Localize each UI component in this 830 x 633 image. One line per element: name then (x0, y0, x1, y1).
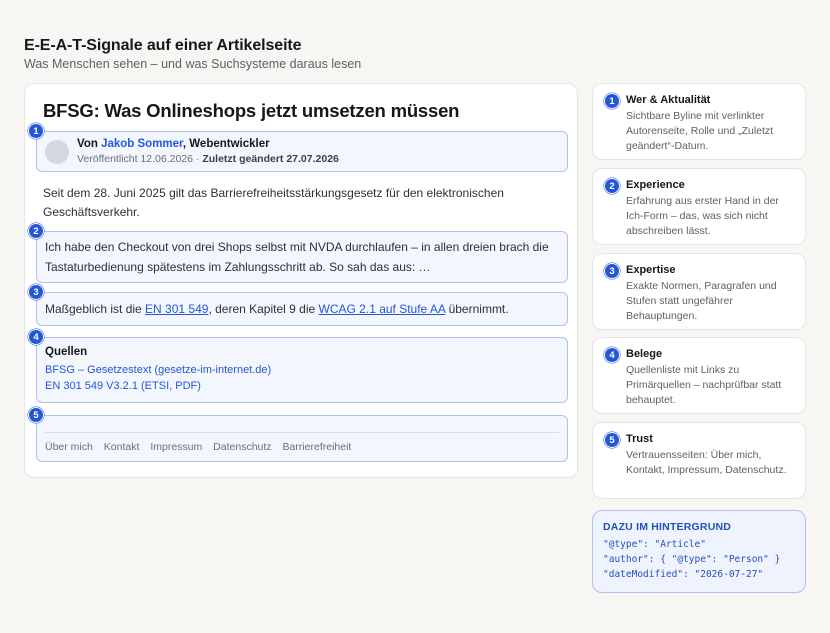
byline-prefix: Von (77, 138, 102, 150)
schema-box: DAZU IM HINTERGRUND "@type": "Article" "… (592, 510, 806, 593)
signal-title: Belege (626, 348, 663, 360)
en-301-549-link[interactable]: EN 301 549 (145, 302, 208, 316)
marker-5: 5 (28, 407, 44, 423)
signal-title: Wer & Aktualität (626, 94, 711, 106)
schema-line-author: "author": { "@type": "Person" } (603, 554, 781, 565)
signal-description: Quellenliste mit Links zu Primärquellen … (626, 364, 782, 406)
signal-marker: 4 (604, 347, 620, 363)
byline-zone: 1 Von Jakob Sommer, Webentwickler Veröff… (28, 123, 568, 172)
source-link-bfsg[interactable]: BFSG – Gesetzestext (gesetze-im-internet… (45, 364, 271, 376)
marker-2: 2 (28, 223, 44, 239)
byline-dates: Veröffentlicht 12.06.2026 · Zuletzt geän… (77, 153, 339, 165)
footer-link-accessibility[interactable]: Barrierefreiheit (282, 441, 351, 453)
signal-description: Sichtbare Byline mit verlinkter Autorens… (626, 110, 774, 152)
sources-zone: 4 Quellen BFSG – Gesetzestext (gesetze-i… (28, 329, 568, 403)
footer-link-about[interactable]: Über mich (45, 441, 93, 453)
footer-link-imprint[interactable]: Impressum (150, 441, 202, 453)
signal-marker: 3 (604, 263, 620, 279)
signal-title: Experience (626, 179, 685, 191)
signal-marker: 1 (604, 93, 620, 109)
avatar (45, 140, 69, 164)
signal-card-2: 2 Experience Erfahrung aus erster Hand i… (592, 168, 806, 245)
signal-card-1: 1 Wer & Aktualität Sichtbare Byline mit … (592, 83, 806, 160)
experience-paragraph: Ich habe den Checkout von drei Shops sel… (45, 240, 549, 274)
wcag-link[interactable]: WCAG 2.1 auf Stufe AA (319, 302, 446, 316)
schema-line-date: "dateModified": "2026-07-27" (603, 569, 764, 580)
signal-card-4: 4 Belege Quellenliste mit Links zu Primä… (592, 337, 806, 414)
sources-title: Quellen (45, 346, 88, 358)
footer-links: Über mich Kontakt Impressum Datenschutz … (45, 441, 359, 453)
article-mockup: BFSG: Was Onlineshops jetzt umsetzen müs… (24, 83, 578, 478)
expertise-text-before: Maßgeblich ist die (45, 302, 146, 316)
schema-title: DAZU IM HINTERGRUND (603, 521, 732, 533)
expertise-zone: 3 Maßgeblich ist die EN 301 549, deren K… (28, 284, 568, 326)
signal-description: Exakte Normen, Paragrafen und Stufen sta… (626, 280, 777, 322)
signal-card-5: 5 Trust Vertrauensseiten: Über mich, Kon… (592, 422, 806, 499)
signal-card-3: 3 Expertise Exakte Normen, Paragrafen un… (592, 253, 806, 330)
signal-description: Erfahrung aus erster Hand in der Ich-For… (626, 195, 779, 237)
trust-zone: 5 Über mich Kontakt Impressum Datenschut… (28, 407, 568, 462)
footer-link-contact[interactable]: Kontakt (104, 441, 140, 453)
source-link-en301549[interactable]: EN 301 549 V3.2.1 (ETSI, PDF) (45, 380, 201, 392)
signal-marker: 5 (604, 432, 620, 448)
published-date: Veröffentlicht 12.06.2026 · (77, 153, 203, 165)
article-heading: BFSG: Was Onlineshops jetzt umsetzen müs… (43, 100, 460, 121)
byline: Von Jakob Sommer, Webentwickler (77, 138, 270, 150)
author-role: , Webentwickler (182, 138, 270, 150)
page-title: E-E-A-T-Signale auf einer Artikelseite (24, 37, 302, 54)
expertise-text-middle: , deren Kapitel 9 die (208, 302, 319, 316)
page-subtitle: Was Menschen sehen – und was Suchsysteme… (24, 57, 362, 71)
experience-zone: 2 Ich habe den Checkout von drei Shops s… (28, 223, 568, 283)
expertise-text-after: übernimmt. (445, 302, 509, 316)
footer-divider (45, 432, 559, 433)
intro-paragraph: Seit dem 28. Juni 2025 gilt das Barriere… (43, 186, 504, 219)
marker-1: 1 (28, 123, 44, 139)
schema-line-type: "@type": "Article" (603, 539, 706, 550)
signal-title: Trust (626, 433, 653, 445)
signal-marker: 2 (604, 178, 620, 194)
signal-description: Vertrauensseiten: Über mich, Kontakt, Im… (626, 449, 787, 476)
expertise-paragraph: Maßgeblich ist die EN 301 549, deren Kap… (45, 300, 557, 320)
updated-date: Zuletzt geändert 27.07.2026 (202, 153, 339, 165)
marker-4: 4 (28, 329, 44, 345)
author-link[interactable]: Jakob Sommer (101, 138, 183, 150)
signal-title: Expertise (626, 264, 676, 276)
marker-3: 3 (28, 284, 44, 300)
footer-link-privacy[interactable]: Datenschutz (213, 441, 271, 453)
